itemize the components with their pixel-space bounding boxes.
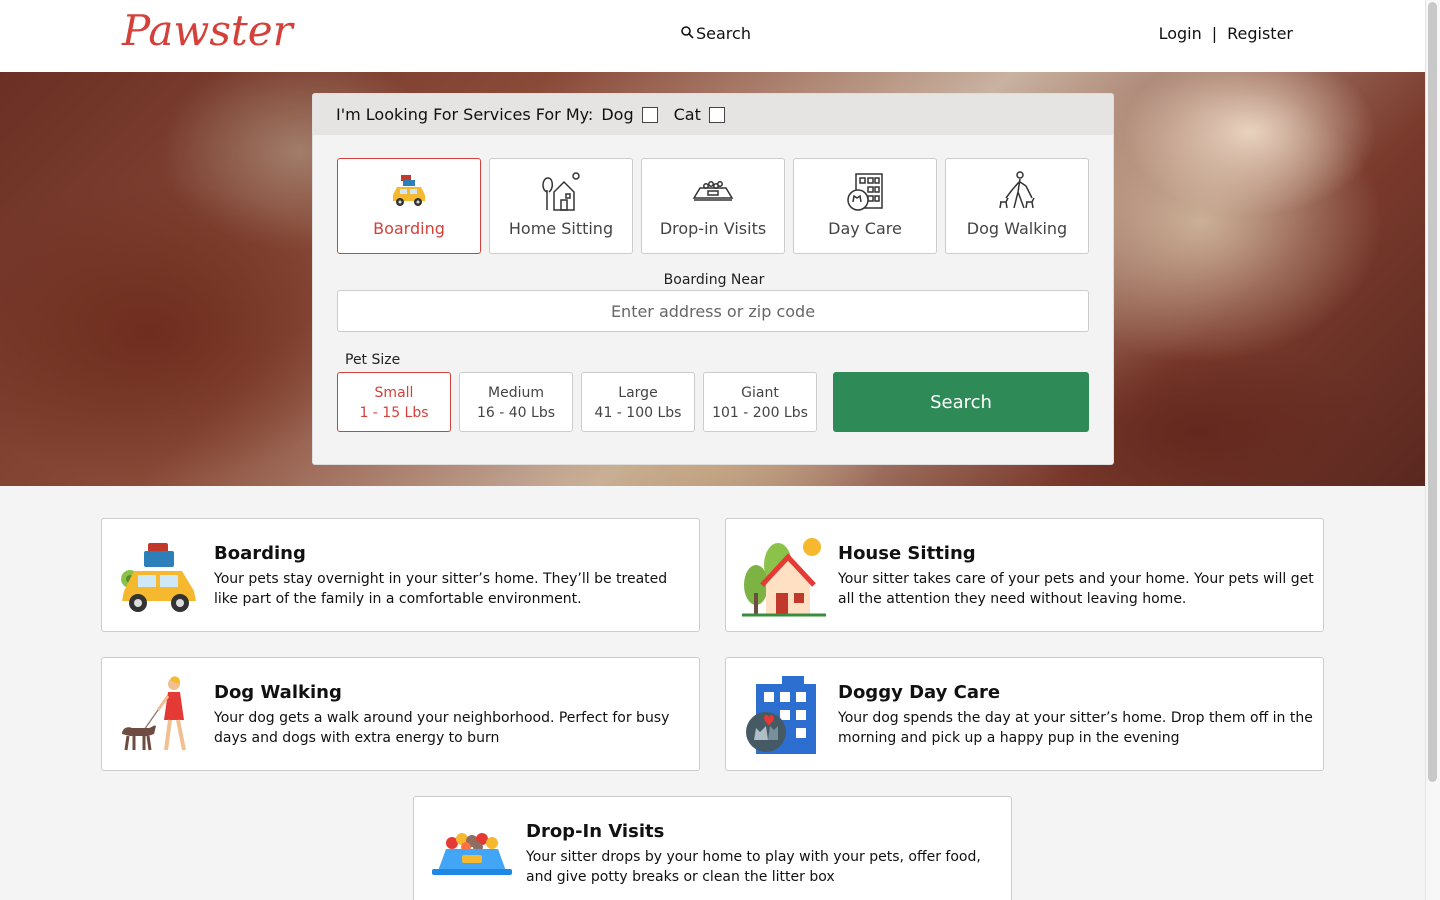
pet-size-label: Pet Size [345,352,401,368]
info-card-drop-in-visits[interactable]: Drop-In Visits Your sitter drops by your… [413,796,1012,900]
info-card-house-sitting[interactable]: House Sitting Your sitter takes care of … [725,518,1324,632]
pet-dog-label: Dog [601,105,634,124]
scrollbar-thumb[interactable] [1428,2,1437,782]
size-option-small[interactable]: Small 1 - 15 Lbs [337,372,451,432]
service-tab-label: Dog Walking [966,219,1068,238]
service-tab-home-sitting[interactable]: Home Sitting [489,158,633,254]
size-range: 16 - 40 Lbs [476,405,555,421]
person-walking-dogs-icon [995,169,1039,213]
size-range: 41 - 100 Lbs [594,405,682,421]
car-with-luggage-icon [387,169,431,213]
service-tab-dog-walking[interactable]: Dog Walking [945,158,1089,254]
size-range: 1 - 15 Lbs [359,405,429,421]
top-nav-bar: Pawster Search Login | Register [0,0,1425,72]
dog-checkbox[interactable] [641,106,658,123]
info-card-title: Doggy Day Care [838,682,1001,703]
info-card-text: Your sitter takes care of your pets and … [838,571,1314,607]
building-with-pets-icon [742,674,826,756]
size-name: Small [374,385,414,401]
auth-separator: | [1211,24,1218,43]
pawster-logo[interactable]: Pawster [122,6,293,55]
boarding-near-label: Boarding Near [663,272,765,288]
search-icon [680,24,694,43]
login-link[interactable]: Login [1159,24,1202,43]
info-card-text: Your sitter drops by your home to play w… [526,849,981,885]
size-option-giant[interactable]: Giant 101 - 200 Lbs [703,372,817,432]
food-bowl-icon [691,169,735,213]
pet-cat-label: Cat [673,105,701,124]
search-button[interactable]: Search [833,372,1089,432]
pet-size-options: Small 1 - 15 Lbs Medium 16 - 40 Lbs Larg… [337,372,817,432]
person-walking-dog-icon [118,674,202,756]
size-name: Giant [741,385,779,401]
looking-for-label: I'm Looking For Services For My: [336,105,594,124]
service-tab-label: Drop-in Visits [659,219,767,238]
service-tab-day-care[interactable]: Day Care [793,158,937,254]
nav-search-link[interactable]: Search [680,24,751,43]
info-card-dog-walking[interactable]: Dog Walking Your dog gets a walk around … [101,657,700,771]
page-scrollbar[interactable] [1425,0,1440,900]
info-card-text: Your pets stay overnight in your sitter’… [214,571,668,607]
auth-links: Login | Register [1159,24,1293,43]
info-card-title: Boarding [214,543,306,564]
service-search-card: I'm Looking For Services For My: Dog Cat… [312,93,1114,465]
cat-checkbox[interactable] [708,106,725,123]
address-input[interactable] [337,290,1089,332]
service-tab-label: Boarding [373,219,445,238]
info-card-title: Drop-In Visits [526,821,665,842]
register-link[interactable]: Register [1227,24,1293,43]
car-with-luggage-icon [118,535,202,617]
info-card-text: Your dog spends the day at your sitter’s… [838,710,1313,746]
food-bowl-icon [430,813,514,895]
house-with-trees-icon [539,169,583,213]
service-type-tabs: Boarding Home Sitting Drop-in Visits Day… [337,158,1089,254]
service-tab-drop-in-visits[interactable]: Drop-in Visits [641,158,785,254]
building-with-pets-icon [843,169,887,213]
info-card-title: Dog Walking [214,682,342,703]
info-card-title: House Sitting [838,543,976,564]
size-range: 101 - 200 Lbs [712,405,808,421]
service-tab-label: Day Care [828,219,902,238]
size-name: Medium [488,385,544,401]
pet-type-bar: I'm Looking For Services For My: Dog Cat [313,94,1113,135]
house-with-trees-icon [742,535,826,617]
size-option-medium[interactable]: Medium 16 - 40 Lbs [459,372,573,432]
size-name: Large [618,385,658,401]
service-tab-boarding[interactable]: Boarding [337,158,481,254]
service-tab-label: Home Sitting [508,219,614,238]
info-card-doggy-day-care[interactable]: Doggy Day Care Your dog spends the day a… [725,657,1324,771]
nav-search-label: Search [696,24,751,43]
size-option-large[interactable]: Large 41 - 100 Lbs [581,372,695,432]
info-card-boarding[interactable]: Boarding Your pets stay overnight in you… [101,518,700,632]
info-card-text: Your dog gets a walk around your neighbo… [214,710,670,746]
